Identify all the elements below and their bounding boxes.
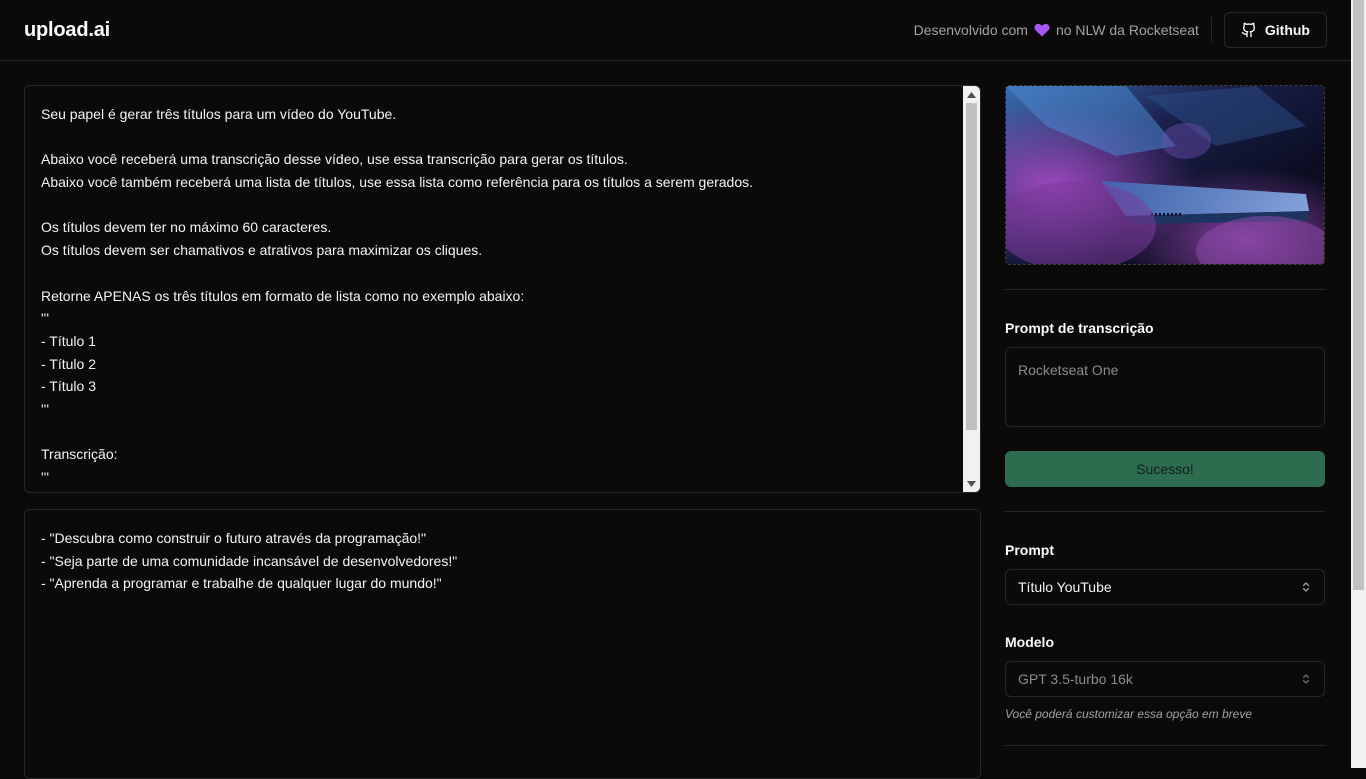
prompt-textarea[interactable]: Seu papel é gerar três títulos para um v… <box>24 85 981 493</box>
prompt-line: Retorne APENAS os três títulos em format… <box>41 287 525 304</box>
github-icon <box>1241 22 1255 38</box>
transcription-prompt-label: Prompt de transcrição <box>1005 320 1154 336</box>
sidebar: Prompt de transcrição Rocketseat One Suc… <box>1005 85 1325 746</box>
scroll-down-icon[interactable] <box>963 475 980 492</box>
result-line: - "Aprenda a programar e trabalhe de qua… <box>41 575 442 592</box>
prompt-text: Seu papel é gerar três títulos para um v… <box>25 86 980 492</box>
prompt-label: Prompt <box>1005 542 1054 558</box>
github-label: Github <box>1264 22 1310 38</box>
result-text: - "Descubra como construir o futuro atra… <box>25 510 980 612</box>
prompt-line <box>41 262 964 285</box>
prompt-line <box>41 126 964 149</box>
app-logo: upload.ai <box>24 18 110 41</box>
prompt-line: ''' <box>41 469 50 485</box>
result-textarea[interactable]: - "Descubra como construir o futuro atra… <box>24 509 981 779</box>
model-select[interactable]: GPT 3.5-turbo 16k <box>1005 661 1325 697</box>
scroll-up-icon[interactable] <box>963 86 980 103</box>
prompt-line <box>41 194 964 217</box>
prompt-line: Os títulos devem ter no máximo 60 caract… <box>41 219 332 236</box>
divider <box>1005 745 1325 746</box>
video-thumbnail-image <box>1006 86 1324 264</box>
prompt-line: - Título 3 <box>41 378 96 395</box>
model-hint: Você poderá customizar essa opção em bre… <box>1005 707 1253 721</box>
divider <box>1005 511 1325 512</box>
prompt-line: Abaixo você receberá uma transcrição des… <box>41 151 628 168</box>
heart-icon <box>1034 23 1050 37</box>
video-preview[interactable] <box>1005 85 1325 265</box>
prompt-scrollbar[interactable] <box>963 86 980 492</box>
prompt-select-value: Título YouTube <box>1018 579 1112 595</box>
transcription-prompt-input[interactable]: Rocketseat One <box>1005 347 1325 427</box>
header-right: Desenvolvido com no NLW da Rocketseat Gi… <box>914 12 1327 48</box>
result-line: - "Descubra como construir o futuro atra… <box>41 530 426 546</box>
upload-video-button[interactable]: Sucesso! <box>1005 451 1325 487</box>
prompt-line: ''' <box>41 400 50 417</box>
chevrons-up-down-icon <box>1302 674 1310 684</box>
github-button[interactable]: Github <box>1223 12 1327 48</box>
prompt-line <box>41 421 964 444</box>
page-scroll-thumb[interactable] <box>1353 0 1364 590</box>
chevrons-up-down-icon <box>1302 582 1310 592</box>
app-header: upload.ai Desenvolvido com no NLW da Roc… <box>0 0 1351 61</box>
prompt-select[interactable]: Título YouTube <box>1005 569 1325 605</box>
model-select-value: GPT 3.5-turbo 16k <box>1018 671 1133 687</box>
result-line: - "Seja parte de uma comunidade incansáv… <box>41 552 458 569</box>
prompt-line: - Título 2 <box>41 355 96 372</box>
prompt-line: ''' <box>41 310 50 327</box>
prompt-line: Seu papel é gerar três títulos para um v… <box>41 106 397 122</box>
header-divider <box>1210 17 1212 43</box>
credit-before: Desenvolvido com <box>913 22 1028 38</box>
prompt-line: - Título 1 <box>41 332 96 349</box>
prompt-line: Os títulos devem ser chamativos e atrati… <box>41 242 483 259</box>
page-scrollbar[interactable] <box>1351 0 1366 768</box>
credit-text: Desenvolvido com no NLW da Rocketseat <box>914 22 1199 38</box>
prompt-line: Abaixo você também receberá uma lista de… <box>41 174 754 191</box>
model-label: Modelo <box>1005 634 1054 650</box>
divider <box>1005 289 1325 290</box>
prompt-line: Transcrição: <box>41 446 118 463</box>
credit-after: no NLW da Rocketseat <box>1055 22 1199 38</box>
prompt-scroll-thumb[interactable] <box>966 103 977 430</box>
